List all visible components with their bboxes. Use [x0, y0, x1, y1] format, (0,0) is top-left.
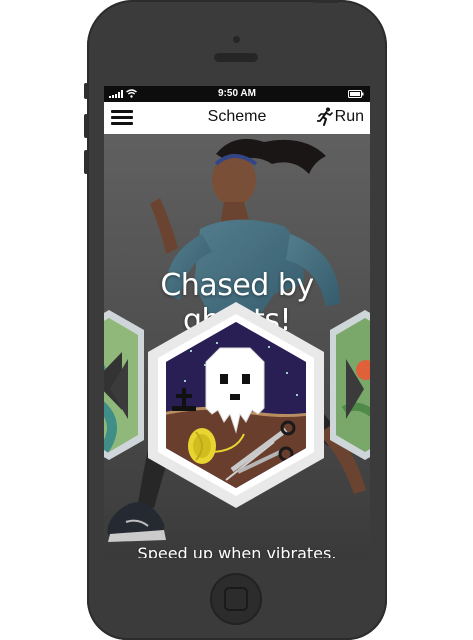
run-label: Run: [334, 108, 364, 125]
app-screen: 9:50 AM Scheme Run Chased by Speed up wh…: [104, 86, 370, 558]
battery-icon: [348, 90, 364, 98]
volume-up-button: [84, 114, 88, 138]
chevron-left-icon[interactable]: [110, 359, 130, 419]
mute-switch: [84, 83, 88, 99]
volume-down-button: [84, 150, 88, 174]
navigation-bar: Scheme Run: [104, 102, 370, 135]
status-bar: 9:50 AM: [104, 86, 370, 102]
status-time: 9:50 AM: [218, 88, 256, 99]
scheme-instruction: Speed up when vibrates.: [137, 544, 337, 558]
front-camera: [233, 36, 240, 43]
page-title: Scheme: [207, 108, 267, 125]
menu-button[interactable]: [111, 110, 133, 126]
chevron-right-icon[interactable]: [344, 359, 364, 419]
running-person-icon: [316, 107, 333, 126]
earpiece-speaker: [214, 53, 258, 62]
home-button-square: [224, 587, 248, 611]
sleep-button: [313, 0, 339, 3]
scheme-carousel[interactable]: Chased by ghosts!: [104, 134, 370, 558]
run-button[interactable]: Run: [316, 107, 364, 127]
ghost-scheme-badge[interactable]: [146, 302, 326, 508]
